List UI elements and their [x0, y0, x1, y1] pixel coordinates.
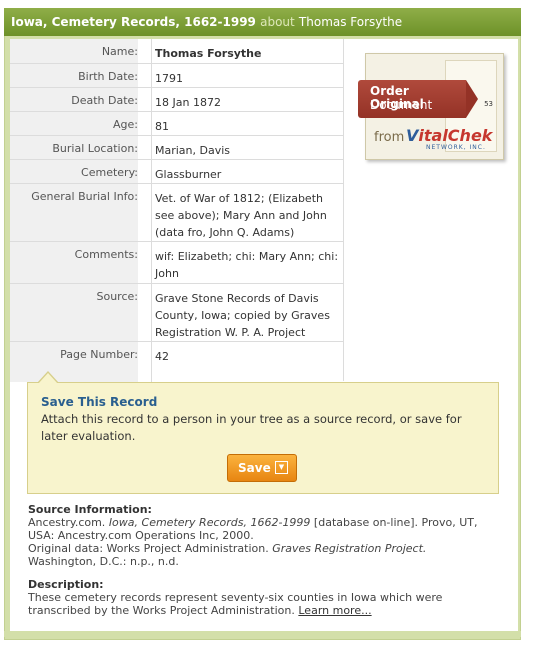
save-button[interactable]: Save ▼	[227, 454, 297, 482]
save-button-label: Save	[238, 461, 271, 475]
field-label: Death Date:	[10, 88, 138, 112]
source-publisher: Washington, D.C.: n.p., n.d.	[28, 555, 179, 568]
save-record-panel: Save This Record Attach this record to a…	[27, 371, 499, 494]
collection-title: Iowa, Cemetery Records, 1662-1999	[11, 15, 256, 29]
person-name-title: Thomas Forsythe	[298, 15, 403, 29]
field-value: Vet. of War of 1812; (Elizabeth see abov…	[155, 192, 327, 239]
chevron-down-icon[interactable]: ▼	[275, 461, 288, 474]
field-label: Comments:	[10, 242, 138, 284]
vitalchek-logo: VitalChek	[406, 126, 493, 145]
description-heading: Description:	[28, 578, 104, 591]
field-value: Thomas Forsythe	[155, 47, 262, 60]
page-title: Iowa, Cemetery Records, 1662-1999 about …	[11, 15, 402, 29]
field-label: Cemetery:	[10, 160, 138, 184]
title-bar: Iowa, Cemetery Records, 1662-1999 about …	[4, 8, 521, 36]
table-row: Age: 81	[10, 111, 343, 136]
field-label: Age:	[10, 112, 138, 136]
field-label: Name:	[10, 39, 138, 63]
source-original-data: Original data: Works Project Administrat…	[28, 542, 427, 555]
table-row: Page Number: 42	[10, 341, 343, 382]
field-label: Birth Date:	[10, 64, 138, 88]
network-label: NETWORK, INC.	[426, 144, 486, 151]
field-label: Page Number:	[10, 342, 138, 382]
order-line2: Document	[370, 98, 433, 112]
description: Description: These cemetery records repr…	[28, 578, 498, 617]
field-value: 1791	[155, 72, 183, 85]
table-row: General Burial Info: Vet. of War of 1812…	[10, 183, 343, 242]
source-information: Source Information: Ancestry.com. Iowa, …	[28, 503, 498, 568]
field-value: 18 Jan 1872	[155, 96, 221, 109]
source-citation: Ancestry.com. Iowa, Cemetery Records, 16…	[28, 516, 478, 542]
order-document-ad[interactable]: 53 Order Original Document from VitalChe…	[358, 53, 504, 160]
table-row: Name: Thomas Forsythe	[10, 39, 343, 63]
field-value: Marian, Davis	[155, 144, 231, 157]
table-row: Comments: wif: Elizabeth; chi: Mary Ann;…	[10, 241, 343, 284]
table-row: Burial Location: Marian, Davis	[10, 135, 343, 160]
order-banner: Order Original Document	[358, 80, 478, 118]
table-row: Cemetery: Glassburner	[10, 159, 343, 184]
learn-more-link[interactable]: Learn more...	[298, 604, 371, 617]
table-row: Source: Grave Stone Records of Davis Cou…	[10, 283, 343, 342]
table-row: Birth Date: 1791	[10, 63, 343, 88]
field-label: Source:	[10, 284, 138, 342]
save-record-description: Attach this record to a person in your t…	[41, 412, 462, 443]
save-record-title: Save This Record	[41, 395, 158, 409]
field-label: Burial Location:	[10, 136, 138, 160]
field-label: General Burial Info:	[10, 184, 138, 242]
field-value: wif: Elizabeth; chi: Mary Ann; chi: John	[155, 250, 339, 280]
field-value: Glassburner	[155, 168, 222, 181]
from-label: from	[374, 130, 405, 145]
field-value: Grave Stone Records of Davis County, Iow…	[155, 292, 330, 339]
field-value: 81	[155, 120, 169, 133]
frame-bottom	[4, 631, 521, 637]
table-row: Death Date: 18 Jan 1872	[10, 87, 343, 112]
page-number-label: 53	[484, 100, 493, 108]
record-table: Name: Thomas Forsythe Birth Date: 1791 D…	[10, 39, 344, 382]
field-value: 42	[155, 350, 169, 363]
source-heading: Source Information:	[28, 503, 152, 516]
description-text: These cemetery records represent seventy…	[28, 591, 443, 617]
about-label: about	[260, 15, 295, 29]
